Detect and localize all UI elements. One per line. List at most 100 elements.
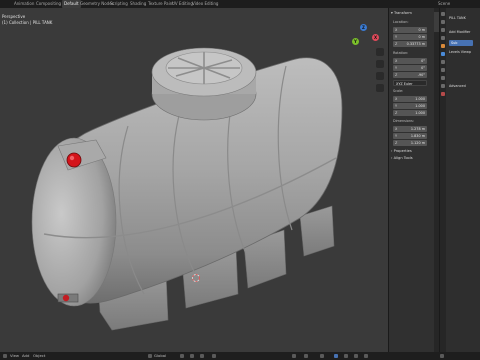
rotation-mode-dropdown[interactable]: XYZ Euler <box>393 80 427 86</box>
modifier-wrench-icon[interactable] <box>441 52 445 56</box>
field-value: 1.000 <box>415 104 425 108</box>
add-modifier-button[interactable]: Add Modifier <box>449 30 470 34</box>
pivot-point-icon[interactable] <box>180 354 184 358</box>
modifier-name: Sub <box>451 41 458 45</box>
gizmo-x-axis[interactable]: X <box>372 34 379 41</box>
scene-selector[interactable]: Scene <box>436 0 452 8</box>
snap-magnet-icon[interactable] <box>190 354 194 358</box>
particles-icon[interactable] <box>441 60 445 64</box>
dimensions-label: Dimensions: <box>393 119 414 123</box>
gizmo-z-axis[interactable]: Z <box>360 24 367 31</box>
tab-scripting[interactable]: Scripting <box>108 0 130 8</box>
material-preview-icon[interactable] <box>344 354 348 358</box>
properties-subpanel[interactable]: › Properties <box>391 149 412 153</box>
axis-label: Y <box>395 134 398 138</box>
field-value: 1.000 <box>415 97 425 101</box>
gizmo-y-axis[interactable]: Y <box>352 38 359 45</box>
orientation-dropdown[interactable]: Global <box>154 352 166 360</box>
physics-icon[interactable] <box>441 68 445 72</box>
add-menu[interactable]: Add <box>22 352 29 360</box>
render-icon[interactable] <box>441 20 445 24</box>
material-icon[interactable] <box>441 92 445 96</box>
axis-label: Z <box>395 111 398 115</box>
field-value: 1.830 m <box>410 134 425 138</box>
dimensions-z-field[interactable]: Z 1.120 m <box>393 140 427 146</box>
properties-tab-icons <box>440 8 446 352</box>
data-icon[interactable] <box>441 84 445 88</box>
zoom-icon[interactable] <box>376 48 384 56</box>
dimensions-x-field[interactable]: X 1.278 m <box>393 126 427 132</box>
tab-video-editing[interactable]: Video Editing <box>190 0 220 8</box>
editor-icon[interactable] <box>0 0 10 8</box>
snap-target-icon[interactable] <box>200 354 204 358</box>
tab-animation[interactable]: Animation <box>12 0 36 8</box>
viewport-header-bar: View Add Object Global <box>0 352 480 360</box>
axis-label: X <box>395 28 398 32</box>
scale-x-field[interactable]: X 1.000 <box>393 96 427 102</box>
dimensions-y-field[interactable]: Y 1.830 m <box>393 133 427 139</box>
field-value: 0 m <box>418 28 425 32</box>
axis-label: Y <box>395 66 398 70</box>
xray-icon[interactable] <box>320 354 324 358</box>
location-label: Location: <box>393 20 409 24</box>
field-value: 1.120 m <box>410 141 425 145</box>
properties-editor: PILL TANK Add Modifier Sub Levels Viewp … <box>439 8 480 352</box>
output-icon[interactable] <box>441 28 445 32</box>
axis-label: Z <box>395 42 398 46</box>
location-y-field[interactable]: Y 0 m <box>393 34 427 40</box>
tool-icon[interactable] <box>441 12 445 16</box>
rotation-z-field[interactable]: Z -90° <box>393 72 427 78</box>
levels-viewport-label: Levels Viewp <box>449 50 471 54</box>
rotation-y-field[interactable]: Y 0° <box>393 65 427 71</box>
field-value: 0.33773 m <box>406 42 425 46</box>
scale-z-field[interactable]: Z 1.000 <box>393 110 427 116</box>
axis-label: Z <box>395 73 398 77</box>
modifier-header[interactable]: Sub <box>449 40 473 46</box>
advanced-subpanel[interactable]: Advanced <box>449 84 466 88</box>
axis-label: X <box>395 59 398 63</box>
axis-label: Y <box>395 35 398 39</box>
field-value: 0 m <box>418 35 425 39</box>
show-gizmo-icon[interactable] <box>292 354 296 358</box>
constraints-icon[interactable] <box>441 76 445 80</box>
properties-subpanel-label: Properties <box>393 149 412 153</box>
editor-type-icon[interactable] <box>3 354 7 358</box>
axis-label: Y <box>395 104 398 108</box>
align-tools-subpanel[interactable]: › Align Tools <box>391 156 413 160</box>
location-x-field[interactable]: X 0 m <box>393 27 427 33</box>
tab-compositing[interactable]: Compositing <box>34 0 63 8</box>
axis-label: X <box>395 127 398 131</box>
object-menu[interactable]: Object <box>33 352 45 360</box>
axis-label: X <box>395 97 398 101</box>
solid-shading-icon[interactable] <box>334 354 338 358</box>
scene-icon[interactable] <box>441 36 445 40</box>
sidebar-n-panel: ▾ Transform Location: X 0 m Y 0 m Z 0.33773… <box>388 8 435 352</box>
filter-icon[interactable] <box>440 354 444 358</box>
field-value: 0° <box>421 66 425 70</box>
shading-options-icon[interactable] <box>364 354 368 358</box>
scale-y-field[interactable]: Y 1.000 <box>393 103 427 109</box>
object-name: PILL TANK <box>449 16 466 20</box>
transform-orientation-icon <box>148 354 152 358</box>
rotation-label: Rotation: <box>393 51 409 55</box>
camera-view-icon[interactable] <box>376 72 384 80</box>
3d-viewport[interactable]: Perspective (1) Collection | PILL TANK Z… <box>0 8 388 352</box>
proportional-edit-icon[interactable] <box>212 354 216 358</box>
field-value: 0° <box>421 59 425 63</box>
field-value: 1.278 m <box>410 127 425 131</box>
red-cap <box>66 152 82 168</box>
scale-label: Scale: <box>393 89 404 93</box>
perspective-toggle-icon[interactable] <box>376 84 384 92</box>
workspace-tab-bar: Animation Compositing Default Geometry N… <box>0 0 480 8</box>
rendered-shading-icon[interactable] <box>354 354 358 358</box>
location-z-field[interactable]: Z 0.33773 m <box>393 41 427 47</box>
pan-hand-icon[interactable] <box>376 60 384 68</box>
axis-label: Z <box>395 141 398 145</box>
tank-model <box>31 47 343 331</box>
field-value: 1.000 <box>415 111 425 115</box>
transform-header[interactable]: ▾ Transform <box>391 11 412 15</box>
view-menu[interactable]: View <box>10 352 19 360</box>
object-icon[interactable] <box>441 44 445 48</box>
rotation-x-field[interactable]: X 0° <box>393 58 427 64</box>
overlays-icon[interactable] <box>304 354 308 358</box>
